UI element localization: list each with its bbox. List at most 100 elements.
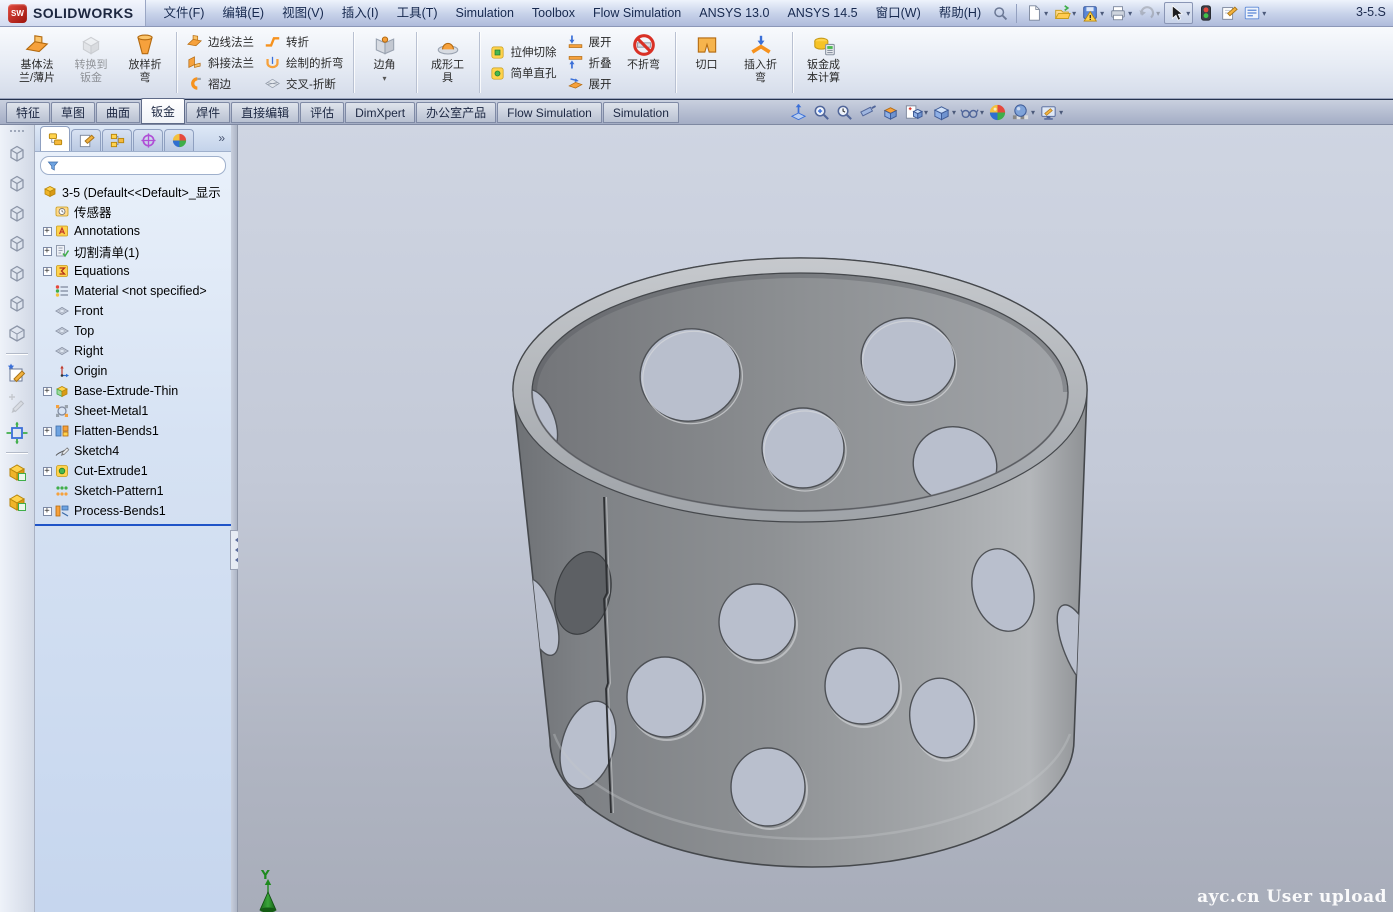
tab-sketch[interactable]: 草图 (51, 102, 95, 123)
hem-button[interactable]: 褶边 (186, 73, 254, 94)
new-document-button[interactable]: ▾ (1024, 3, 1049, 23)
sheet-metal-cost-button[interactable]: 钣金成本计算 (797, 29, 851, 96)
view-isometric-button[interactable] (5, 322, 29, 346)
move-entity-button[interactable] (5, 421, 29, 445)
tab-flow-simulation[interactable]: Flow Simulation (497, 102, 602, 123)
chevron-down-icon[interactable]: ▾ (1059, 108, 1063, 117)
panel-splitter[interactable] (231, 125, 238, 912)
forming-tool-button[interactable]: 成形工具 (421, 29, 475, 96)
select-button[interactable]: ▾ (1164, 2, 1193, 24)
edge-flange-button[interactable]: 边线法兰 (186, 31, 254, 52)
view-cube-button-6[interactable] (5, 292, 29, 316)
chevron-down-icon[interactable]: ▾ (1100, 9, 1104, 18)
print-button[interactable]: ▾ (1108, 3, 1133, 23)
rollback-bar[interactable] (35, 524, 231, 526)
menu-item[interactable]: Flow Simulation (584, 0, 690, 26)
feature-button-2[interactable] (5, 490, 29, 514)
corner-button[interactable]: 边角▾ (358, 29, 412, 96)
tab-surfaces[interactable]: 曲面 (96, 102, 140, 123)
tab-dimxpert[interactable]: DimXpert (345, 102, 415, 123)
chevron-down-icon[interactable]: ▾ (952, 108, 956, 117)
chevron-down-icon[interactable]: ▾ (1031, 108, 1035, 117)
tab-office-products[interactable]: 办公室产品 (416, 102, 496, 123)
zoom-to-area-button[interactable] (811, 103, 832, 122)
apply-scene-button[interactable]: ▾ (1010, 103, 1036, 122)
unfold-button[interactable]: 展开 (567, 31, 612, 52)
menu-item[interactable]: Toolbox (523, 0, 584, 26)
chevron-down-icon[interactable]: ▾ (1156, 9, 1160, 18)
convert-to-sheet-metal-button[interactable]: 转换到钣金 (64, 29, 118, 96)
expand-toggle-icon[interactable]: + (43, 507, 52, 516)
expand-toggle-icon[interactable]: + (43, 267, 52, 276)
expand-toggle-icon[interactable]: + (43, 467, 52, 476)
menu-item[interactable]: 工具(T) (388, 0, 447, 26)
sketched-bend-button[interactable]: 绘制的折弯 (264, 52, 344, 73)
menu-item[interactable]: 窗口(W) (867, 0, 930, 26)
tree-item-sketch-pattern1[interactable]: Sketch-Pattern1 (38, 481, 231, 501)
miter-flange-button[interactable]: 斜接法兰 (186, 52, 254, 73)
toolbar-grip[interactable] (9, 129, 25, 133)
chevron-down-icon[interactable]: ▾ (1128, 9, 1132, 18)
graphics-area[interactable]: Y ayc.cn User upload (238, 125, 1393, 912)
view-settings-button[interactable]: ▾ (1038, 103, 1064, 122)
search-icon[interactable] (992, 5, 1009, 22)
panel-more-chevron[interactable]: » (218, 131, 225, 145)
chevron-down-icon[interactable]: ▾ (1186, 9, 1190, 18)
expand-toggle-icon[interactable]: + (43, 247, 52, 256)
tree-item-annotations[interactable]: + Annotations (38, 221, 231, 241)
view-cube-button-5[interactable] (5, 262, 29, 286)
jog-button[interactable]: 转折 (264, 31, 344, 52)
base-flange-button[interactable]: 基体法兰/薄片 (10, 29, 64, 96)
view-orientation-button[interactable]: ▾ (903, 103, 929, 122)
options-button[interactable] (1219, 3, 1239, 23)
simple-hole-button[interactable]: 简单直孔 (489, 63, 557, 84)
cross-break-button[interactable]: 交叉-折断 (264, 73, 344, 94)
extruded-cut-button[interactable]: 拉伸切除 (489, 42, 557, 63)
tree-item-sheet-metal1[interactable]: Sheet-Metal1 (38, 401, 231, 421)
tree-item-equations[interactable]: + Equations (38, 261, 231, 281)
chevron-down-icon[interactable]: ▾ (1262, 9, 1266, 18)
edit-appearance-button[interactable] (987, 103, 1008, 122)
tab-simulation[interactable]: Simulation (603, 102, 679, 123)
chevron-down-icon[interactable]: ▾ (980, 108, 984, 117)
tree-root-part[interactable]: 3-5 (Default<<Default>_显示 (38, 181, 231, 201)
tree-item-cut-extrude1[interactable]: + Cut-Extrude1 (38, 461, 231, 481)
no-bends-button[interactable]: 不折弯 (617, 29, 671, 96)
previous-view-button[interactable] (834, 103, 855, 122)
tree-item-origin[interactable]: Origin (38, 361, 231, 381)
expand-toggle-icon[interactable]: + (43, 427, 52, 436)
tree-item-cutlist[interactable]: + 切割清单(1) (38, 241, 231, 261)
propertymanager-tab[interactable] (71, 129, 101, 151)
display-style-button[interactable]: ▾ (931, 103, 957, 122)
view-cube-button-3[interactable] (5, 202, 29, 226)
tree-item-base-extrude-thin[interactable]: + Base-Extrude-Thin (38, 381, 231, 401)
filter-input[interactable] (64, 158, 219, 173)
tree-item-front-plane[interactable]: Front (38, 301, 231, 321)
rebuild-button[interactable] (1196, 3, 1216, 23)
menu-item[interactable]: 文件(F) (154, 0, 213, 26)
menu-item[interactable]: 视图(V) (273, 0, 333, 26)
tree-item-material[interactable]: Material <not specified> (38, 281, 231, 301)
tab-direct-editing[interactable]: 直接编辑 (231, 102, 299, 123)
zoom-to-fit-button[interactable] (788, 103, 809, 122)
chevron-down-icon[interactable]: ▾ (924, 108, 928, 117)
tree-item-right-plane[interactable]: Right (38, 341, 231, 361)
expand-toggle-icon[interactable]: + (43, 387, 52, 396)
expand-toggle-icon[interactable]: + (43, 227, 52, 236)
tree-item-process-bends1[interactable]: + Process-Bends1 (38, 501, 231, 521)
save-button[interactable]: ▾ (1080, 3, 1105, 23)
tab-sheet-metal[interactable]: 钣金 (141, 98, 185, 124)
chevron-down-icon[interactable]: ▾ (1044, 9, 1048, 18)
tab-features[interactable]: 特征 (6, 102, 50, 123)
new-sketch-button[interactable] (5, 361, 29, 385)
undo-button[interactable]: ▾ (1136, 3, 1161, 23)
tab-evaluate[interactable]: 评估 (300, 102, 344, 123)
configurationmanager-tab[interactable] (102, 129, 132, 151)
tree-item-flatten-bends1[interactable]: + Flatten-Bends1 (38, 421, 231, 441)
displaymanager-tab[interactable] (164, 129, 194, 151)
view-cube-button-4[interactable] (5, 232, 29, 256)
menu-item[interactable]: 编辑(E) (213, 0, 273, 26)
hide-show-items-button[interactable]: ▾ (959, 103, 985, 122)
open-document-button[interactable]: ▾ (1052, 3, 1077, 23)
tree-item-sensors[interactable]: 传感器 (38, 201, 231, 221)
